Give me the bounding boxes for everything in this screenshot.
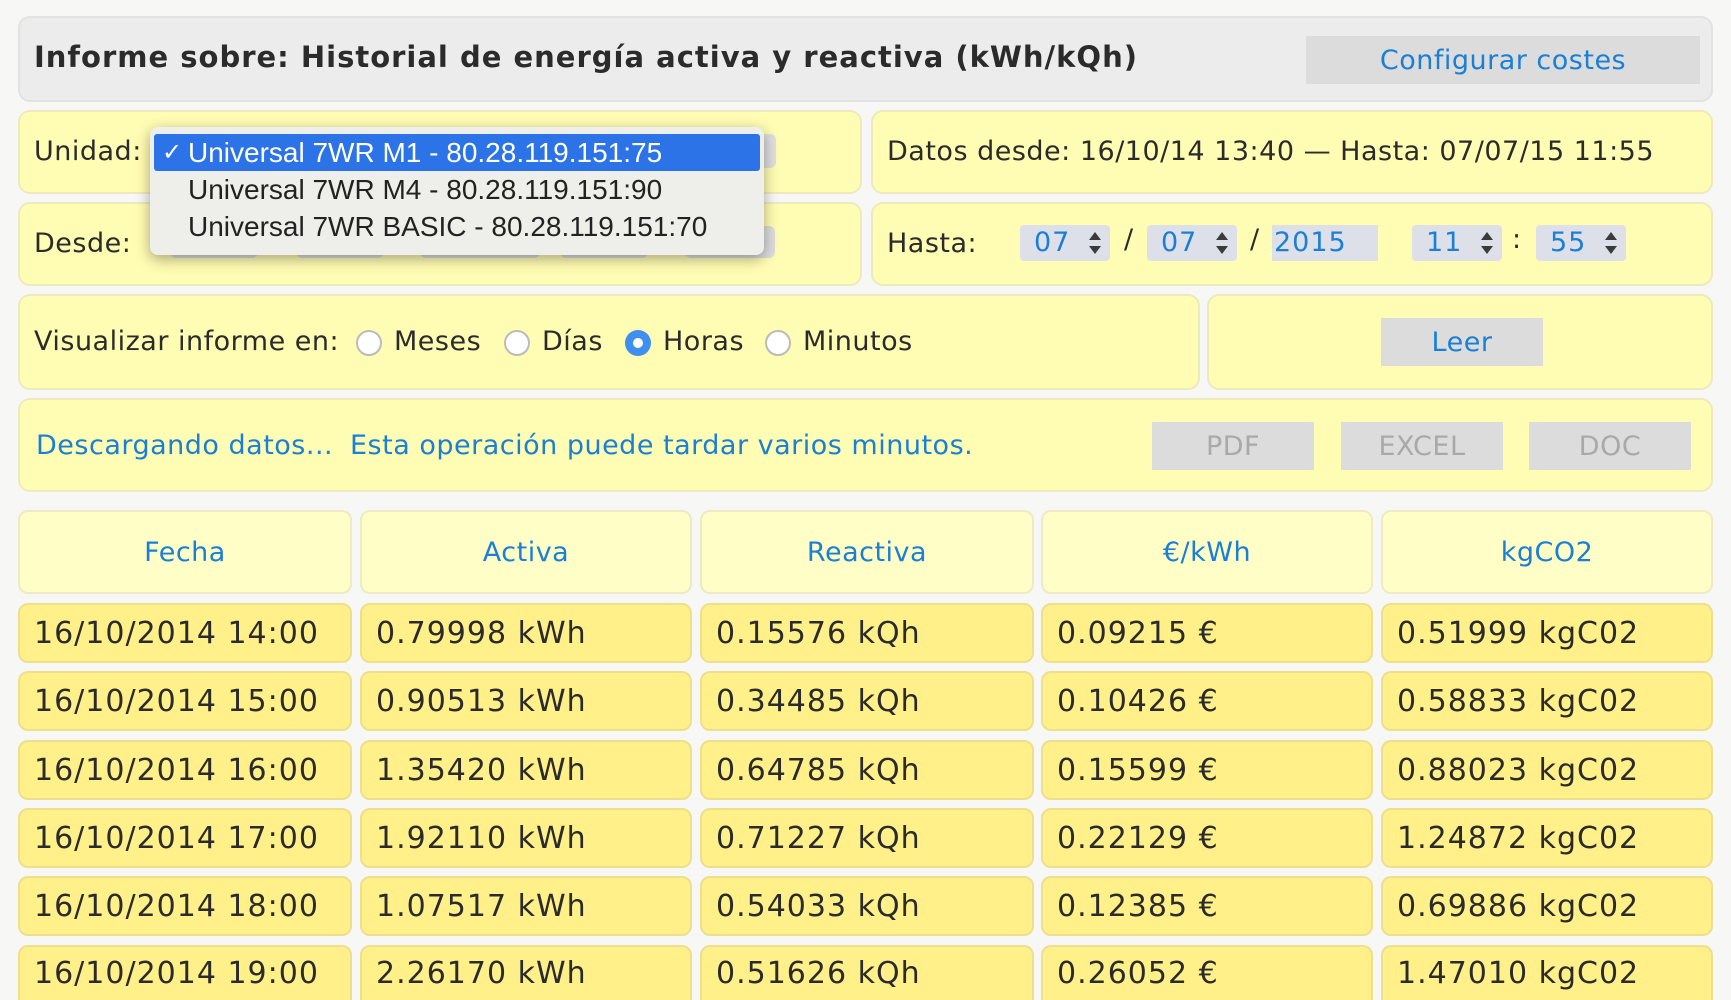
table-cell: 0.54033 kQh xyxy=(700,876,1034,936)
unit-dropdown-menu[interactable]: ✓ Universal 7WR M1 - 80.28.119.151:75 Un… xyxy=(150,127,764,255)
view-panel: Visualizar informe en: Meses Días Horas … xyxy=(18,294,1200,390)
time-separator: : xyxy=(1512,224,1522,255)
doc-button[interactable]: DOC xyxy=(1529,422,1691,470)
radio-meses-label[interactable]: Meses xyxy=(394,326,481,357)
table-cell: 0.15599 € xyxy=(1041,740,1373,800)
table-cell: 0.51999 kgC02 xyxy=(1381,603,1713,663)
table-cell: 0.88023 kgC02 xyxy=(1381,740,1713,800)
to-year-field[interactable]: 2015 xyxy=(1272,225,1378,261)
configure-costs-button[interactable]: Configurar costes xyxy=(1306,36,1700,84)
table-cell: 1.47010 kgC02 xyxy=(1381,945,1713,1000)
table-cell: 16/10/2014 18:00 xyxy=(18,876,352,936)
stepper-arrows-icon xyxy=(1480,231,1494,255)
table-cell: 16/10/2014 14:00 xyxy=(18,603,352,663)
unit-option-m4[interactable]: Universal 7WR M4 - 80.28.119.151:90 xyxy=(150,171,764,208)
from-label: Desde: xyxy=(34,228,132,259)
radio-meses[interactable] xyxy=(356,330,382,356)
radio-dias-label[interactable]: Días xyxy=(542,326,603,357)
date-separator: / xyxy=(1124,224,1134,255)
table-cell: 0.09215 € xyxy=(1041,603,1373,663)
radio-minutos-label[interactable]: Minutos xyxy=(803,326,913,357)
to-hour-value: 11 xyxy=(1426,227,1463,258)
radio-horas[interactable] xyxy=(625,330,651,356)
stepper-arrows-icon xyxy=(1604,231,1618,255)
table-cell: 0.58833 kgC02 xyxy=(1381,671,1713,731)
table-cell: 0.64785 kQh xyxy=(700,740,1034,800)
table-cell: 0.10426 € xyxy=(1041,671,1373,731)
table-cell: 0.51626 kQh xyxy=(700,945,1034,1000)
table-cell: 16/10/2014 17:00 xyxy=(18,808,352,868)
table-cell: 0.34485 kQh xyxy=(700,671,1034,731)
read-panel: Leer xyxy=(1207,294,1713,390)
table-cell: 1.07517 kWh xyxy=(360,876,692,936)
unit-option-label: Universal 7WR M1 - 80.28.119.151:75 xyxy=(188,137,663,168)
table-cell: 0.90513 kWh xyxy=(360,671,692,731)
to-month-stepper[interactable]: 07 xyxy=(1147,225,1237,261)
table-cell: 0.26052 € xyxy=(1041,945,1373,1000)
read-button[interactable]: Leer xyxy=(1381,318,1543,366)
view-label: Visualizar informe en: xyxy=(34,326,340,357)
excel-button[interactable]: EXCEL xyxy=(1341,422,1503,470)
table-cell: 0.69886 kgC02 xyxy=(1381,876,1713,936)
to-minute-value: 55 xyxy=(1550,227,1587,258)
column-header-cost[interactable]: €/kWh xyxy=(1041,510,1373,594)
data-range-panel: Datos desde: 16/10/14 13:40 — Hasta: 07/… xyxy=(871,110,1713,194)
table-cell: 16/10/2014 15:00 xyxy=(18,671,352,731)
radio-horas-label[interactable]: Horas xyxy=(663,326,744,357)
report-header: Informe sobre: Historial de energía acti… xyxy=(18,16,1713,102)
stepper-arrows-icon xyxy=(1215,231,1229,255)
column-header-co2[interactable]: kgCO2 xyxy=(1381,510,1713,594)
date-separator: / xyxy=(1250,224,1260,255)
table-cell: 0.15576 kQh xyxy=(700,603,1034,663)
table-cell: 1.35420 kWh xyxy=(360,740,692,800)
stepper-arrows-icon xyxy=(1088,231,1102,255)
to-month-value: 07 xyxy=(1161,227,1198,258)
table-cell: 0.79998 kWh xyxy=(360,603,692,663)
unit-option-m1[interactable]: ✓ Universal 7WR M1 - 80.28.119.151:75 xyxy=(154,134,760,171)
loading-status: Descargando datos... xyxy=(36,430,334,461)
unit-option-basic[interactable]: Universal 7WR BASIC - 80.28.119.151:70 xyxy=(150,208,764,245)
table-cell: 16/10/2014 19:00 xyxy=(18,945,352,1000)
to-hour-stepper[interactable]: 11 xyxy=(1412,225,1502,261)
to-day-stepper[interactable]: 07 xyxy=(1020,225,1110,261)
loading-note: Esta operación puede tardar varios minut… xyxy=(350,430,974,461)
radio-minutos[interactable] xyxy=(765,330,791,356)
table-cell: 0.22129 € xyxy=(1041,808,1373,868)
table-cell: 1.92110 kWh xyxy=(360,808,692,868)
table-cell: 2.26170 kWh xyxy=(360,945,692,1000)
table-cell: 0.12385 € xyxy=(1041,876,1373,936)
to-label: Hasta: xyxy=(887,228,978,259)
pdf-button[interactable]: PDF xyxy=(1152,422,1314,470)
to-minute-stepper[interactable]: 55 xyxy=(1536,225,1626,261)
column-header-reactiva[interactable]: Reactiva xyxy=(700,510,1034,594)
table-cell: 0.71227 kQh xyxy=(700,808,1034,868)
table-cell: 16/10/2014 16:00 xyxy=(18,740,352,800)
column-header-activa[interactable]: Activa xyxy=(360,510,692,594)
table-cell: 1.24872 kgC02 xyxy=(1381,808,1713,868)
checkmark-icon: ✓ xyxy=(162,139,183,166)
unit-label: Unidad: xyxy=(34,136,142,167)
data-range-text: Datos desde: 16/10/14 13:40 — Hasta: 07/… xyxy=(887,136,1655,167)
page-title: Informe sobre: Historial de energía acti… xyxy=(34,40,1138,74)
radio-dias[interactable] xyxy=(504,330,530,356)
column-header-fecha[interactable]: Fecha xyxy=(18,510,352,594)
to-day-value: 07 xyxy=(1034,227,1071,258)
status-panel: Descargando datos... Esta operación pued… xyxy=(18,398,1713,492)
